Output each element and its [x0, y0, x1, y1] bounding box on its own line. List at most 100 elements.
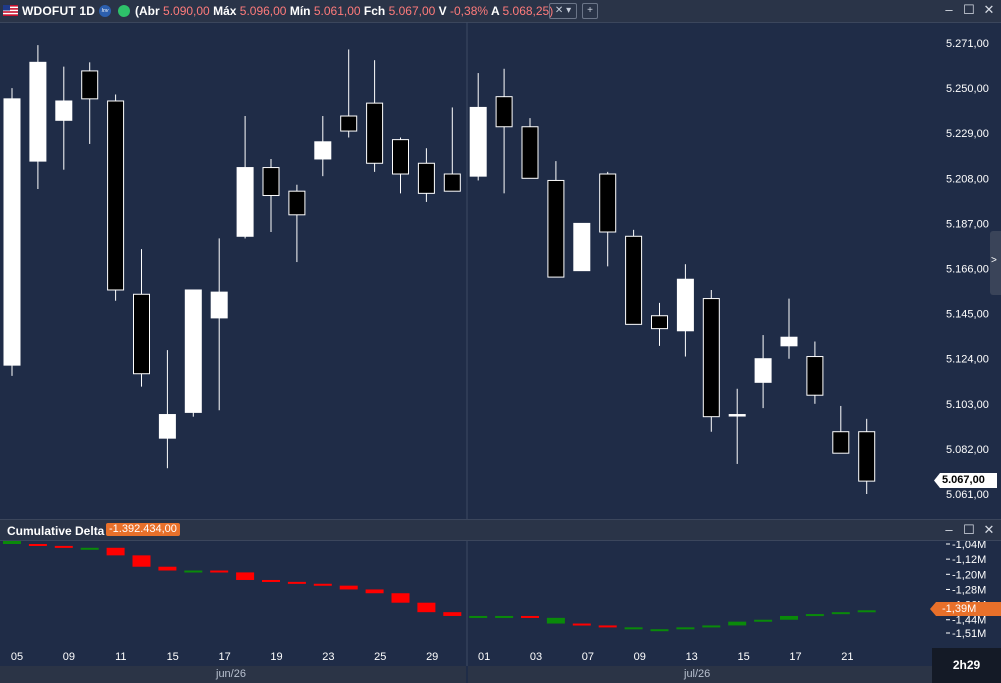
date-tick-label: 17 [789, 651, 801, 663]
month-label-jul: jul/26 [684, 668, 711, 680]
delta-bar [702, 625, 721, 628]
price-tick-label: 5.271,00 [946, 38, 989, 50]
delta-bar [443, 612, 462, 616]
price-tick-label: 5.187,00 [946, 218, 989, 230]
price-tick-label: 5.124,00 [946, 354, 989, 366]
candle-up [158, 414, 176, 439]
date-tick-label: 07 [582, 651, 594, 663]
date-tick-label: 11 [115, 651, 126, 663]
indicator-close-icon[interactable]: ✕ [982, 523, 996, 537]
candle-up [573, 222, 591, 272]
last-price-label: 5.067,00 [934, 473, 997, 488]
last-price-value: 5.067,00 [942, 474, 985, 486]
candle-up [676, 278, 694, 332]
candle-up [184, 289, 202, 413]
delta-bar [417, 602, 436, 613]
delta-last-value: -1,39M [942, 603, 977, 615]
price-tick-label: 5.103,00 [946, 399, 989, 411]
delta-bar [754, 619, 773, 622]
delta-bar [728, 621, 747, 626]
candle-down [625, 235, 643, 325]
delta-bar [262, 579, 280, 582]
delta-tick-label: -1,44M [952, 615, 986, 627]
delta-bar [546, 617, 565, 624]
candle-down [288, 190, 306, 216]
candle-down [702, 298, 720, 418]
indicator-header: Cumulative Delta -1.392.434,00 – ☐ ✕ [0, 519, 1001, 541]
price-tick-label: 5.208,00 [946, 173, 989, 185]
date-tick-label: 17 [218, 651, 230, 663]
price-series [3, 45, 876, 494]
chart-canvas[interactable]: 5.271,00 5.250,00 5.229,00 5.208,00 5.187,00… [0, 0, 1001, 683]
candle-up [314, 141, 332, 160]
candle-down [547, 179, 565, 278]
indicator-minimize-icon[interactable]: – [942, 523, 956, 537]
candle-down [262, 167, 280, 196]
delta-bar [106, 547, 125, 556]
candle-down [495, 96, 513, 128]
delta-bar [184, 570, 203, 573]
candle-down [417, 162, 435, 194]
delta-tick-label: -1,28M [952, 584, 986, 596]
candle-up [236, 167, 254, 237]
candle-down [521, 126, 539, 179]
candle-up [3, 98, 21, 366]
price-tick-label: 5.061,00 [946, 489, 989, 501]
delta-axis: -1,04M-1,12M-1,20M-1,28M-1,36M-1,44M-1,5… [946, 539, 986, 640]
delta-tick-label: -1,51M [952, 628, 986, 640]
date-tick-label: 19 [270, 651, 282, 663]
date-tick-label: 01 [478, 651, 490, 663]
delta-bar [365, 589, 384, 594]
date-tick-label: 15 [167, 651, 179, 663]
delta-last-value-label: -1,39M [930, 602, 1001, 616]
delta-bar [624, 627, 643, 630]
price-tick-label: 5.166,00 [946, 264, 989, 276]
candle-down [443, 173, 461, 192]
price-tick-label: 5.250,00 [946, 83, 989, 95]
delta-bar [54, 545, 73, 548]
delta-bar [831, 612, 850, 615]
price-tick-label: 5.082,00 [946, 444, 989, 456]
date-tick-label: 29 [426, 651, 438, 663]
date-tick-label: 23 [322, 651, 334, 663]
cumulative-delta-series [3, 540, 876, 632]
candle-down [806, 356, 824, 396]
collapse-panel-tab[interactable]: > [990, 231, 1001, 295]
candle-up [754, 358, 772, 383]
month-axis-bar: jun/26 jul/26 [0, 666, 932, 683]
delta-bar [857, 610, 876, 613]
candle-up [728, 414, 746, 417]
date-tick-label: 09 [634, 651, 646, 663]
chevron-right-icon: > [991, 255, 997, 266]
candle-down [392, 139, 409, 175]
candle-down [133, 293, 150, 375]
date-tick-label: 03 [530, 651, 542, 663]
delta-bar [158, 566, 177, 571]
candle-up [780, 336, 798, 347]
indicator-name[interactable]: Cumulative Delta [7, 524, 104, 538]
delta-bar [313, 583, 332, 586]
delta-bar [236, 572, 255, 580]
price-tick-label: 5.229,00 [946, 128, 989, 140]
time-axis: 05 09 11 15 17 19 23 25 29 01 03 07 09 13 15 17 21 [11, 651, 854, 663]
delta-bar [805, 614, 824, 617]
candle-down [81, 70, 99, 100]
delta-bar [780, 615, 798, 620]
candle-countdown-timer: 2h29 [932, 648, 1001, 683]
delta-bar [572, 623, 591, 626]
candle-down [858, 431, 876, 482]
delta-bar [339, 585, 358, 590]
delta-bar [210, 570, 229, 573]
month-divider [466, 666, 468, 683]
indicator-maximize-icon[interactable]: ☐ [962, 523, 976, 537]
candle-down [832, 431, 850, 454]
candle-down [599, 173, 617, 233]
candle-down [340, 115, 358, 132]
delta-bar [287, 581, 306, 584]
price-tick-label: 5.145,00 [946, 309, 989, 321]
delta-bar [598, 625, 617, 628]
delta-bar [676, 627, 695, 630]
delta-bar [80, 547, 99, 550]
candle-down [107, 100, 125, 291]
delta-bar [469, 615, 488, 618]
